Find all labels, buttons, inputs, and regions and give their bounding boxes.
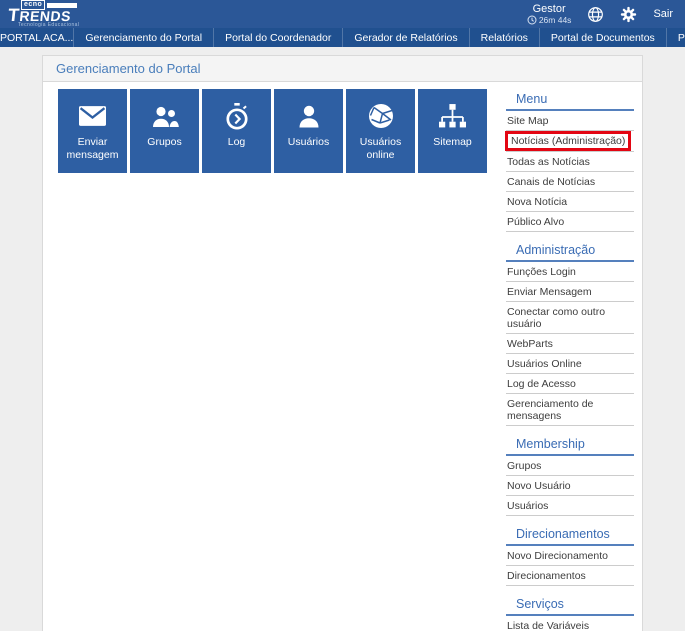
sidebar-section-title: Menu — [506, 89, 634, 111]
sidebar-section-direcionamentos: Direcionamentos Novo Direcionamento Direc… — [506, 524, 634, 586]
nav-tab-portal-aca[interactable]: PORTAL ACA... — [0, 28, 73, 47]
tile-usuarios-online[interactable]: Usuários online — [346, 89, 415, 173]
sidebar-section-title: Administração — [506, 240, 634, 262]
sidebar-menu: Menu Site Map Notícias (Administração) Tod… — [505, 89, 634, 631]
sidebar-item-usuarios-online[interactable]: Usuários Online — [506, 354, 634, 374]
sitemap-icon — [439, 102, 466, 130]
nav-tab-portal-do-coordenador[interactable]: Portal do Coordenador — [213, 28, 342, 47]
session-timer: 26m 44s — [538, 15, 572, 25]
sidebar-item-grupos[interactable]: Grupos — [506, 456, 634, 476]
sidebar-item-noticias-administracao-highlighted[interactable]: Notícias (Administração) — [505, 131, 634, 152]
sidebar-item-publico-alvo[interactable]: Público Alvo — [506, 212, 634, 232]
group-icon — [151, 102, 179, 130]
page-title: Gerenciamento do Portal — [43, 56, 642, 82]
nav-tab-portal-de-documentos[interactable]: Portal de Documentos — [538, 28, 666, 47]
sidebar-section-title: Serviços — [506, 594, 634, 616]
clock-icon — [527, 15, 537, 25]
sidebar-item-direcionamentos[interactable]: Direcionamentos — [506, 566, 634, 586]
tile-enviar-mensagem[interactable]: Enviar mensagem — [58, 89, 127, 173]
sidebar-item-nova-noticia[interactable]: Nova Notícia — [506, 192, 634, 212]
logo-main-text: TRENDS — [7, 5, 72, 25]
globe-icon[interactable] — [587, 6, 604, 23]
envelope-icon — [79, 102, 106, 130]
user-menu[interactable]: Gestor 26m 44s — [527, 3, 572, 25]
sidebar-item-novo-usuario[interactable]: Novo Usuário — [506, 476, 634, 496]
sidebar-item-funcoes-login[interactable]: Funções Login — [506, 262, 634, 282]
user-name: Gestor — [532, 3, 566, 15]
tile-log[interactable]: Log — [202, 89, 271, 173]
tile-sitemap[interactable]: Sitemap — [418, 89, 487, 173]
sidebar-item-gerenciamento-de-mensagens[interactable]: Gerenciamento de mensagens — [506, 394, 634, 426]
sidebar-section-menu: Menu Site Map Notícias (Administração) Tod… — [505, 89, 634, 232]
logout-button[interactable]: Sair — [653, 8, 673, 20]
sidebar-item-todas-as-noticias[interactable]: Todas as Notícias — [506, 152, 634, 172]
app-header: ecno TRENDS Tecnologia Educacional Gesto… — [0, 0, 685, 28]
sidebar-item-log-de-acesso[interactable]: Log de Acesso — [506, 374, 634, 394]
sidebar-item-conectar-como-outro-usuario[interactable]: Conectar como outro usuário — [506, 302, 634, 334]
nav-tab-portal-de-documen[interactable]: Portal de Documen — [665, 28, 685, 47]
sidebar-section-servicos: Serviços Lista de VariáveisNova Variável… — [506, 594, 634, 631]
sidebar-item-site-map[interactable]: Site Map — [506, 111, 634, 131]
tecnotrends-logo: ecno TRENDS Tecnologia Educacional — [7, 0, 79, 28]
logo-bar — [47, 2, 78, 8]
tile-usuarios[interactable]: Usuários — [274, 89, 343, 173]
sidebar-section-administracao: Administração Funções Login Enviar Mensag… — [506, 240, 634, 426]
portal-tabs: PORTAL ACA... Gerenciamento do Portal Port… — [0, 28, 685, 47]
user-icon — [297, 102, 321, 130]
stopwatch-icon — [225, 102, 249, 130]
nav-tab-relatorios[interactable]: Relatórios — [468, 28, 539, 47]
tile-grupos[interactable]: Grupos — [130, 89, 199, 173]
sidebar-section-title: Direcionamentos — [506, 524, 634, 546]
sidebar-item-lista-de-variaveis[interactable]: Lista de Variáveis — [506, 616, 634, 631]
nav-tab-gerenciamento-do-portal[interactable]: Gerenciamento do Portal — [73, 28, 213, 47]
sidebar-item-novo-direcionamento[interactable]: Novo Direcionamento — [506, 546, 634, 566]
sidebar-item-usuarios[interactable]: Usuários — [506, 496, 634, 516]
nav-tab-gerador-de-relatorios[interactable]: Gerador de Relatórios — [342, 28, 468, 47]
sidebar-item-canais-de-noticias[interactable]: Canais de Notícias — [506, 172, 634, 192]
gear-icon[interactable] — [620, 6, 637, 23]
globe-sphere-icon — [368, 102, 394, 130]
sidebar-section-membership: Membership Grupos Novo Usuário Usuários — [506, 434, 634, 516]
tile-grid: Enviar mensagem Grupos Log Usuários Usuá… — [58, 89, 487, 631]
sidebar-section-title: Membership — [506, 434, 634, 456]
sidebar-item-webparts[interactable]: WebParts — [506, 334, 634, 354]
sidebar-item-enviar-mensagem[interactable]: Enviar Mensagem — [506, 282, 634, 302]
content-panel: Gerenciamento do Portal Enviar mensagem … — [42, 55, 643, 631]
